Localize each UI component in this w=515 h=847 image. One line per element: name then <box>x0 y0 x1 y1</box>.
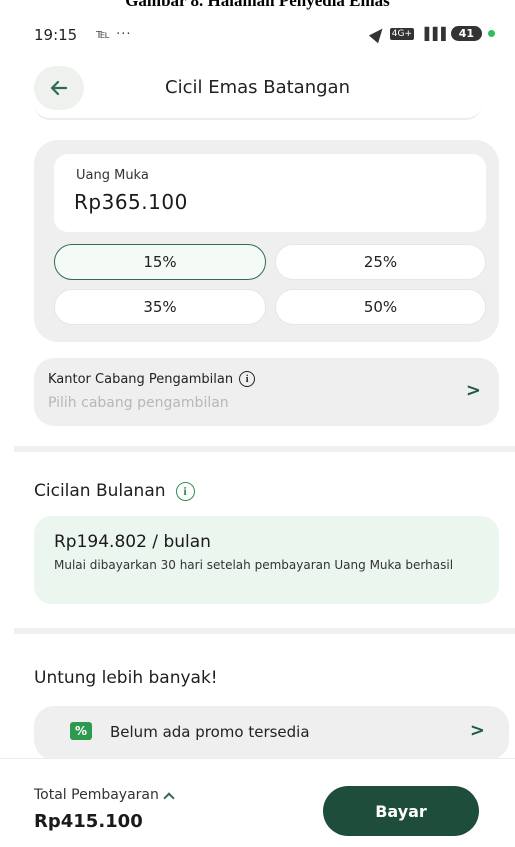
monthly-section-title-row: Cicilan Bulanan i <box>34 481 195 501</box>
pickup-branch-title-row: Kantor Cabang Pengambilan i <box>48 371 256 387</box>
privacy-indicator-icon <box>488 30 495 37</box>
down-payment-value: Rp365.100 <box>74 190 188 214</box>
down-payment-card: Uang Muka Rp365.100 15% 25% 35% 50% <box>34 140 499 342</box>
section-divider <box>14 628 515 634</box>
status-right-icons: 4G+ ▐▐▐ 41 <box>368 24 495 43</box>
network-type-icon: 4G+ <box>389 27 414 40</box>
monthly-note: Mulai dibayarkan 30 hari setelah pembaya… <box>54 558 454 572</box>
scrolled-card-edge <box>34 104 482 120</box>
payment-bottom-bar: Total Pembayaran Rp415.100 Bayar <box>0 758 515 847</box>
total-payment-value: Rp415.100 <box>34 811 143 832</box>
chevron-right-icon: > <box>465 380 481 401</box>
figure-caption: Gambar 8. Halaman Penyedia Emas <box>125 0 390 10</box>
status-bar: 19:15 ℡ ··· 4G+ ▐▐▐ 41 <box>0 20 515 50</box>
promo-text: Belum ada promo tersedia <box>110 723 310 741</box>
page-title: Cicil Emas Batangan <box>165 77 350 98</box>
percent-option-50[interactable]: 50% <box>275 289 486 325</box>
total-payment-toggle[interactable]: Total Pembayaran <box>34 787 175 804</box>
pay-button[interactable]: Bayar <box>323 786 479 836</box>
signal-icon: ▐▐▐ <box>420 26 446 41</box>
notification-icons: ℡ ··· <box>96 27 132 42</box>
info-icon[interactable]: i <box>175 481 195 501</box>
discount-icon: % <box>70 722 92 740</box>
chevron-right-icon: > <box>469 720 485 741</box>
section-divider <box>14 446 515 452</box>
info-icon[interactable]: i <box>239 371 256 387</box>
percent-option-25[interactable]: 25% <box>275 244 486 280</box>
monthly-section-title: Cicilan Bulanan <box>34 481 166 501</box>
pickup-branch-placeholder: Pilih cabang pengambilan <box>48 395 229 411</box>
location-arrow-icon <box>368 24 387 43</box>
total-payment-label: Total Pembayaran <box>34 787 159 803</box>
promo-section-title: Untung lebih banyak! <box>34 668 218 688</box>
chevron-up-icon <box>163 791 175 804</box>
promo-selector[interactable]: % Belum ada promo tersedia > <box>34 706 509 760</box>
monthly-installment-card: Rp194.802 / bulan Mulai dibayarkan 30 ha… <box>34 516 499 604</box>
status-time: 19:15 <box>34 26 78 44</box>
pickup-branch-title: Kantor Cabang Pengambilan <box>48 371 234 387</box>
down-payment-field[interactable]: Uang Muka Rp365.100 <box>54 154 486 232</box>
battery-icon: 41 <box>450 26 482 41</box>
percent-option-35[interactable]: 35% <box>54 289 266 325</box>
percent-option-15[interactable]: 15% <box>54 244 266 280</box>
pickup-branch-selector[interactable]: Kantor Cabang Pengambilan i Pilih cabang… <box>34 358 499 426</box>
monthly-amount: Rp194.802 / bulan <box>54 532 211 552</box>
down-payment-label: Uang Muka <box>76 168 149 183</box>
